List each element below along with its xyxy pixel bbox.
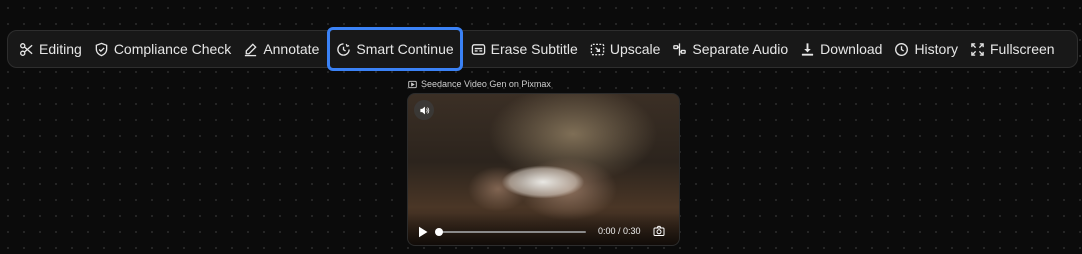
compliance-check-button[interactable]: Compliance Check (88, 34, 238, 64)
fullscreen-icon (971, 42, 984, 56)
download-icon (802, 42, 814, 56)
progress-thumb[interactable] (435, 228, 443, 236)
separate-audio-label: Separate Audio (692, 41, 789, 57)
annotate-label: Annotate (263, 41, 320, 57)
video-player[interactable]: 0:00 / 0:30 (407, 93, 680, 246)
fullscreen-button[interactable]: Fullscreen (964, 34, 1061, 64)
snapshot-icon[interactable] (653, 225, 665, 237)
history-icon (895, 42, 909, 56)
history-button[interactable]: History (888, 34, 964, 64)
separate-audio-button[interactable]: Separate Audio (666, 34, 794, 64)
fullscreen-label: Fullscreen (990, 41, 1055, 57)
erase-subtitle-button[interactable]: Erase Subtitle (465, 34, 584, 64)
speaker-icon (419, 106, 429, 114)
pen-icon (245, 42, 257, 56)
download-label: Download (820, 41, 883, 57)
video-toolbar: Editing Compliance Check Annotate Smart … (7, 27, 1078, 71)
separate-icon (673, 42, 687, 56)
scissors-icon (20, 42, 33, 56)
play-icon[interactable] (418, 226, 428, 238)
editing-button[interactable]: Editing (13, 34, 88, 64)
compliance-check-label: Compliance Check (113, 41, 232, 57)
video-caption: Seedance Video Gen on Pixmax (408, 79, 551, 89)
video-caption-text: Seedance Video Gen on Pixmax (421, 79, 551, 89)
video-icon (408, 80, 417, 88)
smart-continue-button[interactable]: Smart Continue (327, 27, 463, 71)
upscale-label: Upscale (609, 41, 661, 57)
annotate-button[interactable]: Annotate (237, 34, 325, 64)
history-label: History (914, 41, 958, 57)
download-button[interactable]: Download (794, 34, 888, 64)
erase-subtitle-label: Erase Subtitle (490, 41, 578, 57)
smart-continue-label: Smart Continue (356, 41, 454, 57)
upscale-icon (590, 43, 605, 55)
shield-check-icon (95, 42, 108, 56)
upscale-button[interactable]: Upscale (584, 34, 667, 64)
editing-label: Editing (39, 41, 82, 57)
progress-bar[interactable] (435, 228, 586, 236)
video-controls: 0:00 / 0:30 (408, 213, 679, 245)
volume-button[interactable] (414, 100, 434, 120)
clock-continue-icon (337, 42, 351, 56)
subtitle-icon (471, 43, 485, 55)
time-readout: 0:00 / 0:30 (598, 226, 641, 236)
